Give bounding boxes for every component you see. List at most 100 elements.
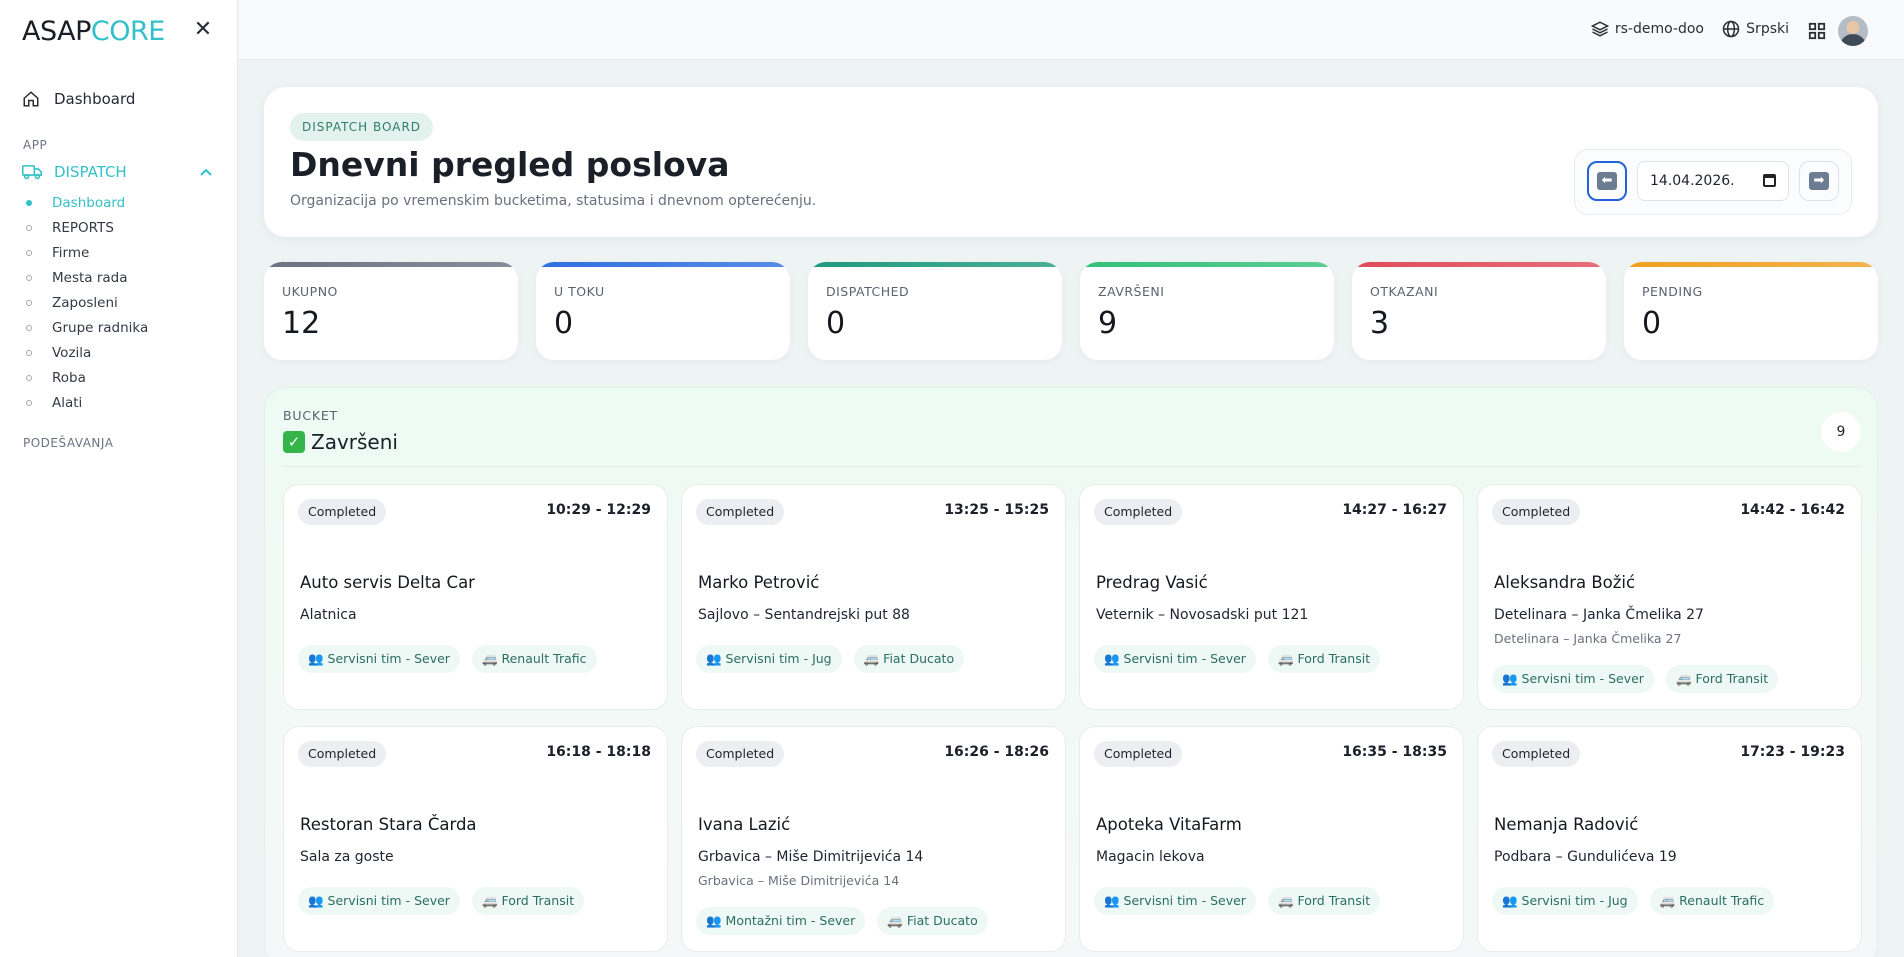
sidebar-subitem-roba[interactable]: Roba [26,370,86,386]
section-label-settings[interactable]: PODEŠAVANJA [23,436,113,450]
sidebar-subitem-grupe-radnika[interactable]: Grupe radnika [26,320,148,336]
stat-card-ukupno: UKUPNO 12 [264,262,518,360]
job-client-name: Restoran Stara Čarda [300,815,477,834]
sidebar-subitem-mesta-rada[interactable]: Mesta rada [26,270,128,286]
job-card[interactable]: Completed 16:18 - 18:18 Restoran Stara Č… [283,726,668,952]
vehicle-name: Renault Trafic [1679,893,1765,908]
team-name: Servisni tim - Sever [1521,671,1644,686]
language-switcher[interactable]: Srpski [1722,20,1789,38]
sidebar-group-label: DISPATCH [54,163,127,181]
sidebar-subitem-alati[interactable]: Alati [26,395,82,411]
job-status-badge: Completed [298,741,387,767]
page-title: Dnevni pregled poslova [290,145,730,184]
job-address: Veternik – Novosadski put 121 [1096,607,1309,623]
close-sidebar-icon[interactable]: ✕ [192,19,214,41]
job-card[interactable]: Completed 16:26 - 18:26 Ivana Lazić Grba… [681,726,1066,952]
stat-accent-bar [536,262,790,267]
team-name: Servisni tim - Sever [1123,893,1246,908]
brand-logo[interactable]: ASAP CORE [22,15,165,47]
job-address: Magacin lekova [1096,849,1205,865]
job-card[interactable]: Completed 13:25 - 15:25 Marko Petrović S… [681,484,1066,710]
stat-value: 0 [1642,306,1662,341]
bullet-icon [26,300,32,306]
vehicle-name: Fiat Ducato [883,651,955,666]
job-card[interactable]: Completed 17:23 - 19:23 Nemanja Radović … [1477,726,1862,952]
vehicle-tag: 🚐 Fiat Ducato [853,645,965,673]
job-client-name: Predrag Vasić [1096,573,1208,592]
vehicle-name: Ford Transit [1695,671,1769,686]
brand-part-2: CORE [90,15,165,47]
language-label: Srpski [1746,21,1789,37]
job-card[interactable]: Completed 14:27 - 16:27 Predrag Vasić Ve… [1079,484,1464,710]
next-day-button[interactable]: ➡ [1799,161,1839,201]
sidebar-subitem-firme[interactable]: Firme [26,245,89,261]
apps-grid-button[interactable] [1808,22,1826,40]
job-tags: 👥 Servisni tim - Jug 🚐 Fiat Ducato [696,645,965,673]
sidebar-subitem-vozila[interactable]: Vozila [26,345,91,361]
vehicle-tag: 🚐 Fiat Ducato [877,907,988,935]
team-tag: 👥 Servisni tim - Sever [298,645,460,673]
section-label-app: APP [23,138,48,152]
job-address: Podbara – Gundulićeva 19 [1494,849,1677,865]
sidebar: ASAP CORE ✕ Dashboard APP DISPATCH Dashbo… [0,0,238,957]
team-name: Servisni tim - Sever [327,651,450,666]
stat-card-zavrseni: ZAVRŠENI 9 [1080,262,1334,360]
job-client-name: Ivana Lazić [698,815,791,834]
previous-day-button[interactable]: ⬅ [1587,161,1627,201]
bullet-icon [26,225,32,231]
date-input[interactable]: 14.04.2026. [1637,161,1789,201]
sidebar-subitem-label: Firme [52,245,90,261]
team-name: Montažni tim - Sever [725,913,856,928]
vehicle-tag: 🚐 Ford Transit [471,887,585,915]
job-address: Alatnica [300,607,357,623]
bucket-title-text: Završeni [311,430,398,454]
stat-value: 3 [1370,306,1390,341]
bucket-label: BUCKET [283,408,338,423]
vehicle-name: Fiat Ducato [906,913,978,928]
job-tags: 👥 Servisni tim - Sever 🚐 Ford Transit [298,887,585,915]
stat-label: UKUPNO [282,284,338,299]
job-status-badge: Completed [298,499,387,525]
user-avatar[interactable] [1838,16,1868,46]
vehicle-tag: 🚐 Renault Trafic [1649,887,1775,915]
sidebar-item-label: Dashboard [54,90,136,108]
job-client-name: Aleksandra Božić [1494,573,1636,592]
sidebar-subitem-label: Roba [52,370,86,386]
date-navigator: ⬅ 14.04.2026. ➡ [1574,149,1852,215]
job-card[interactable]: Completed 14:42 - 16:42 Aleksandra Božić… [1477,484,1862,710]
stat-accent-bar [1080,262,1334,267]
sidebar-subitem-zaposleni[interactable]: Zaposleni [26,295,118,311]
sidebar-subitem-dashboard[interactable]: Dashboard [26,195,125,211]
stat-accent-bar [1624,262,1878,267]
sidebar-subitem-label: REPORTS [52,220,114,236]
job-status-badge: Completed [696,741,785,767]
company-name: rs-demo-doo [1614,21,1704,37]
layers-icon [1590,21,1609,37]
team-name: Servisni tim - Sever [327,893,450,908]
stat-accent-bar [1352,262,1606,267]
page-subtitle: Organizacija po vremenskim bucketima, st… [290,193,817,209]
bucket-count-badge: 9 [1821,412,1861,452]
calendar-icon[interactable] [1763,174,1776,187]
sidebar-group-dispatch[interactable]: DISPATCH [22,163,212,181]
job-address: Sajlovo – Sentandrejski put 88 [698,607,910,623]
team-tag: 👥 Servisni tim - Sever [298,887,460,915]
company-switcher[interactable]: rs-demo-doo [1590,20,1704,38]
job-card[interactable]: Completed 10:29 - 12:29 Auto servis Delt… [283,484,668,710]
team-name: Servisni tim - Jug [1521,893,1628,908]
sidebar-item-dashboard[interactable]: Dashboard [22,90,135,108]
vehicle-name: Ford Transit [1297,893,1371,908]
stat-card-otkazani: OTKAZANI 3 [1352,262,1606,360]
sidebar-subitem-reports[interactable]: REPORTS [26,220,114,236]
sidebar-subitem-label: Grupe radnika [52,320,149,336]
stat-label: U TOKU [554,284,605,299]
vehicle-tag: 🚐 Renault Trafic [471,645,597,673]
team-name: Servisni tim - Jug [725,651,832,666]
job-card[interactable]: Completed 16:35 - 18:35 Apoteka VitaFarm… [1079,726,1464,952]
vehicle-tag: 🚐 Ford Transit [1665,665,1779,693]
vehicle-name: Renault Trafic [501,651,587,666]
job-tags: 👥 Servisni tim - Sever 🚐 Ford Transit [1492,665,1779,693]
team-tag: 👥 Servisni tim - Jug [1492,887,1638,915]
team-tag: 👥 Servisni tim - Sever [1094,645,1256,673]
job-time: 10:29 - 12:29 [546,502,651,518]
